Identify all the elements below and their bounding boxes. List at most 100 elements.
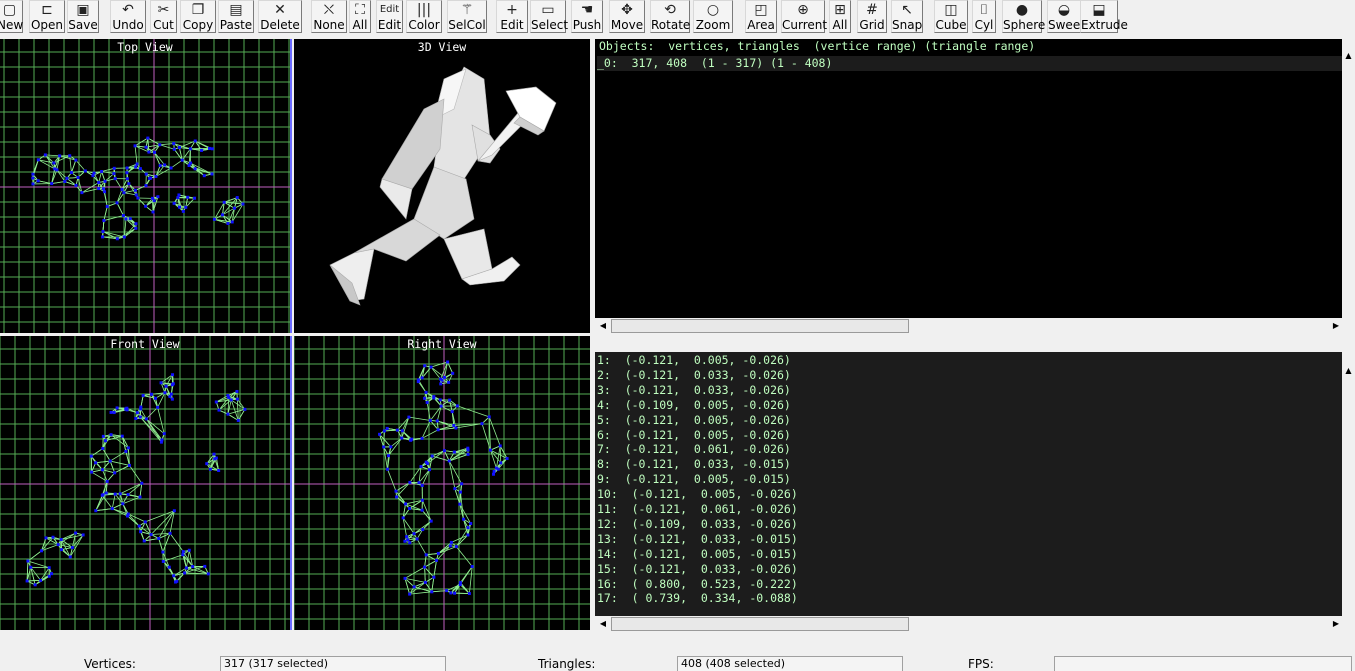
vertex-row[interactable]: 8: (-0.121, 0.033, -0.015) [597,457,791,472]
copy-icon: ❐ [181,1,215,19]
scroll-up-arrow-icon[interactable]: ▲ [1342,51,1355,61]
toolbar-button-label: Sphere [1003,19,1041,33]
none-button[interactable]: ⛌None [311,0,347,33]
delete-button[interactable]: ✕Delete [258,0,302,33]
scroll-right-arrow-icon[interactable]: ▶ [1330,619,1342,629]
zoom-area-icon: ◰ [746,1,776,19]
vertex-row[interactable]: 15: (-0.121, 0.033, -0.026) [597,562,798,577]
vertex-row[interactable]: 13: (-0.121, 0.033, -0.015) [597,532,798,547]
snap-button[interactable]: ↖Snap [891,0,923,33]
sweep-button[interactable]: ◒Sweep [1047,0,1081,33]
rotate-button[interactable]: ⟲Rotate [650,0,690,33]
select-all-icon: ⛶ [350,1,370,19]
vertex-points [26,373,247,586]
toolbar-button-label: Area [746,19,776,33]
scroll-thumb[interactable] [611,617,909,631]
undo-icon: ↶ [111,1,145,19]
vertex-row[interactable]: 12: (-0.109, 0.033, -0.026) [597,517,798,532]
vertex-row[interactable]: 3: (-0.121, 0.033, -0.026) [597,383,791,398]
area-button[interactable]: ◰Area [745,0,777,33]
scroll-right-arrow-icon[interactable]: ▶ [1330,321,1342,331]
new-file-icon: ▢ [0,1,22,19]
3d-view-title: 3D View [294,40,590,54]
move-arrows-icon: ✥ [610,1,644,19]
move-button[interactable]: ✥Move [609,0,645,33]
vertex-row[interactable]: 6: (-0.121, 0.005, -0.026) [597,428,791,443]
edit-button[interactable]: +Edit [496,0,528,33]
vertex-row[interactable]: 9: (-0.121, 0.005, -0.015) [597,472,791,487]
vertex-row[interactable]: 1: (-0.121, 0.005, -0.026) [597,353,791,368]
cyl-button[interactable]: ⌷Cyl [972,0,996,33]
hand-icon: ☚ [572,1,602,19]
objects-horizontal-scrollbar[interactable]: ◀ ▶ [595,318,1355,334]
color-button[interactable]: |||Color [406,0,442,33]
vertex-row[interactable]: 11: (-0.121, 0.061, -0.026) [597,502,798,517]
front-view-canvas[interactable] [0,336,290,630]
edit-button[interactable]: EditEdit [376,0,403,33]
sphere-button[interactable]: ●Sphere [1002,0,1042,33]
selcol-button[interactable]: ⚚SelCol [447,0,487,33]
wand-icon: ⚚ [448,1,486,19]
front-viewport[interactable]: Front View [0,336,292,630]
3d-viewport[interactable]: 3D View [294,39,590,333]
toolbar-button-label: Cut [151,19,176,33]
vertex-row[interactable]: 10: (-0.121, 0.005, -0.026) [597,487,798,502]
axis-lines [0,336,290,630]
sphere-icon: ● [1003,1,1041,19]
toolbar-button-label: Cube [935,19,967,33]
toolbar: ▢New⊏Open▣Save↶Undo✂Cut❐Copy▤Paste✕Delet… [0,0,1355,36]
cylinder-icon: ⌷ [973,1,995,19]
grid-button[interactable]: #Grid [857,0,887,33]
zoom-all-icon: ⊞ [830,1,850,19]
open-button[interactable]: ⊏Open [29,0,65,33]
scroll-left-arrow-icon[interactable]: ◀ [597,619,609,629]
push-button[interactable]: ☚Push [571,0,603,33]
all-button[interactable]: ⛶All [349,0,371,33]
toolbar-button-label: Sweep [1048,19,1080,33]
all-button[interactable]: ⊞All [829,0,851,33]
cube-button[interactable]: ◫Cube [934,0,968,33]
vertex-row[interactable]: 7: (-0.121, 0.061, -0.026) [597,442,791,457]
select-none-icon: ⛌ [312,1,346,19]
paste-button[interactable]: ▤Paste [218,0,254,33]
save-button[interactable]: ▣Save [67,0,99,33]
3d-view-canvas[interactable] [294,39,590,333]
select-rect-icon: ▭ [531,1,565,19]
right-viewport[interactable]: Right View [294,336,590,630]
vertex-row[interactable]: 14: (-0.121, 0.005, -0.015) [597,547,798,562]
scroll-up-arrow-icon[interactable]: ▲ [1342,366,1355,376]
objects-panel[interactable]: Objects: vertices, triangles (vertice ra… [595,39,1342,318]
scroll-left-arrow-icon[interactable]: ◀ [597,321,609,331]
sweep-icon: ◒ [1048,1,1080,19]
copy-button[interactable]: ❐Copy [180,0,216,33]
grid-lines [0,336,290,630]
vertex-row[interactable]: 5: (-0.121, 0.005, -0.026) [597,413,791,428]
vertices-panel[interactable]: 1: (-0.121, 0.005, -0.026)2: (-0.121, 0.… [595,352,1342,616]
plus-icon: + [497,1,527,19]
objects-header: Objects: vertices, triangles (vertice ra… [599,39,1035,54]
scroll-thumb[interactable] [611,319,909,333]
toolbar-button-label: Undo [111,19,145,33]
current-button[interactable]: ⊕Current [781,0,825,33]
vertex-row[interactable]: 2: (-0.121, 0.033, -0.026) [597,368,791,383]
right-view-canvas[interactable] [294,336,590,630]
undo-button[interactable]: ↶Undo [110,0,146,33]
select-button[interactable]: ▭Select [530,0,566,33]
top-view-canvas[interactable] [0,39,290,333]
toolbar-button-label: Extrude [1081,19,1117,33]
vertex-row[interactable]: 16: ( 0.800, 0.523, -0.222) [597,577,798,592]
vertices-vertical-scrollbar[interactable]: ▲ [1342,352,1355,616]
zoom-button[interactable]: ○Zoom [693,0,733,33]
new-button[interactable]: ▢New [0,0,23,33]
vertex-row[interactable]: 17: ( 0.739, 0.334, -0.088) [597,591,798,606]
objects-vertical-scrollbar[interactable]: ▲ [1342,39,1355,318]
extrude-button[interactable]: ⬓Extrude [1080,0,1118,33]
top-viewport[interactable]: Top View [0,39,292,333]
delete-x-icon: ✕ [259,1,301,19]
object-row[interactable]: _0: 317, 408 (1 - 317) (1 - 408) [597,56,1342,71]
toolbar-button-label: Current [782,19,824,33]
vertex-row[interactable]: 4: (-0.109, 0.005, -0.026) [597,398,791,413]
3d-model-runner [330,67,556,305]
vertices-horizontal-scrollbar[interactable]: ◀ ▶ [595,616,1355,632]
cut-button[interactable]: ✂Cut [150,0,177,33]
